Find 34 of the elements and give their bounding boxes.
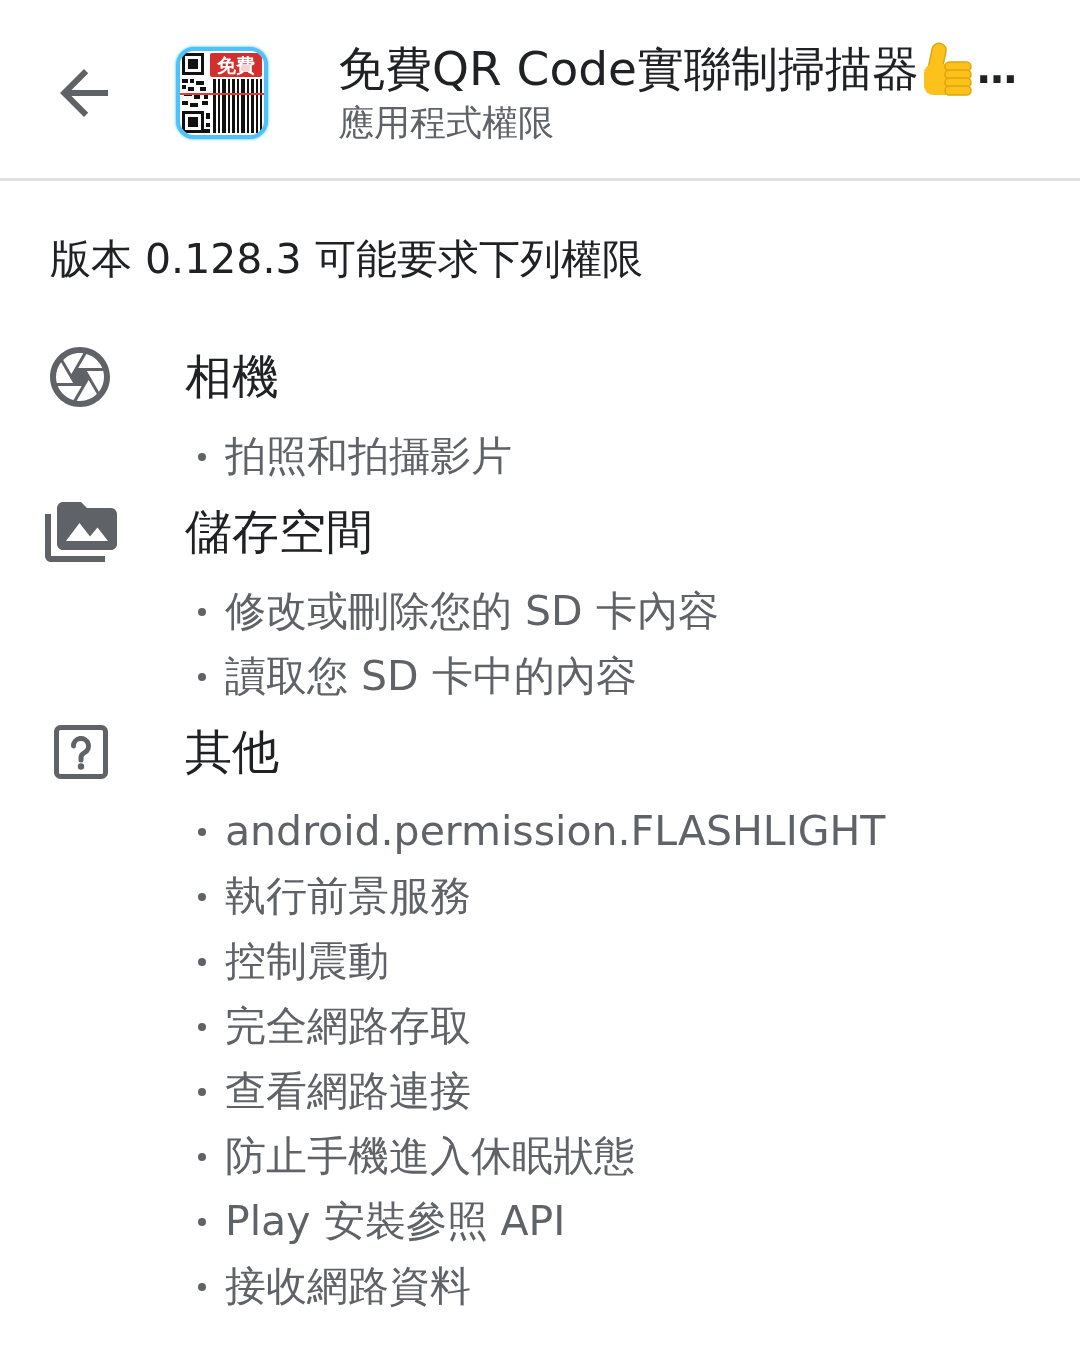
permission-item: 控制震動 bbox=[225, 936, 389, 987]
photo-folder-icon bbox=[45, 502, 117, 562]
permission-item: 讀取您 SD 卡中的內容 bbox=[225, 651, 637, 702]
permission-item: Play 安裝參照 API bbox=[225, 1196, 566, 1247]
title-ellipsis: … bbox=[976, 45, 1017, 94]
bullet-icon bbox=[198, 1087, 206, 1096]
bullet-icon bbox=[198, 892, 206, 901]
question-mark-icon bbox=[54, 725, 108, 779]
app-subtitle: 應用程式權限 bbox=[338, 101, 554, 145]
version-note: 版本 0.128.3 可能要求下列權限 bbox=[50, 234, 643, 285]
bullet-icon bbox=[198, 1022, 206, 1031]
permission-item: 接收網路資料 bbox=[225, 1261, 471, 1312]
permission-group-title: 儲存空間 bbox=[185, 503, 373, 561]
permission-item: android.permission.FLASHLIGHT bbox=[225, 806, 886, 857]
bullet-icon bbox=[198, 957, 206, 966]
bullet-icon bbox=[198, 1282, 206, 1291]
app-title: 免費QR Code實聯制掃描器 bbox=[338, 41, 919, 97]
bullet-icon bbox=[198, 452, 206, 461]
app-icon-badge: 免費 bbox=[210, 53, 262, 77]
permission-item: 修改或刪除您的 SD 卡內容 bbox=[225, 586, 719, 637]
permission-group-title: 相機 bbox=[185, 348, 279, 406]
bullet-icon bbox=[198, 1217, 206, 1226]
permission-item: 完全網路存取 bbox=[225, 1001, 471, 1052]
bullet-icon bbox=[198, 827, 206, 836]
aperture-icon bbox=[50, 347, 110, 407]
bullet-icon bbox=[198, 672, 206, 681]
permission-item: 執行前景服務 bbox=[225, 871, 471, 922]
permission-group-title: 其他 bbox=[185, 723, 279, 781]
permission-item: 拍照和拍攝影片 bbox=[225, 431, 512, 482]
permission-item: 防止手機進入休眠狀態 bbox=[225, 1131, 635, 1182]
back-arrow-icon[interactable] bbox=[60, 69, 108, 117]
bullet-icon bbox=[198, 607, 206, 616]
permission-item: 查看網路連接 bbox=[225, 1066, 471, 1117]
bullet-icon bbox=[198, 1152, 206, 1161]
